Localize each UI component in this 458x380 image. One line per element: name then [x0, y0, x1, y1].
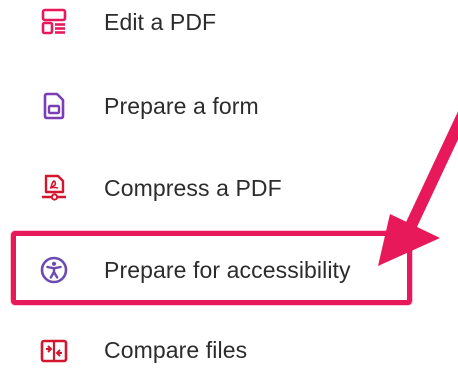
menu-item-label: Compress a PDF — [104, 174, 282, 201]
highlight-box — [11, 231, 412, 305]
compare-files-icon — [38, 334, 70, 366]
tools-menu: Edit a PDF Prepare a form Compress a PDF — [0, 0, 458, 363]
menu-item-prepare-form[interactable]: Prepare a form — [0, 76, 440, 136]
menu-item-compare-files[interactable]: Compare files — [0, 320, 440, 380]
menu-item-label: Edit a PDF — [104, 8, 217, 35]
menu-item-label: Prepare a form — [104, 92, 259, 119]
prepare-form-icon — [38, 90, 70, 122]
menu-item-edit-pdf[interactable]: Edit a PDF — [0, 0, 440, 52]
compress-pdf-icon — [38, 172, 70, 204]
edit-pdf-icon — [38, 6, 70, 38]
menu-item-label: Compare files — [104, 336, 248, 363]
menu-item-compress-pdf[interactable]: Compress a PDF — [0, 158, 440, 218]
